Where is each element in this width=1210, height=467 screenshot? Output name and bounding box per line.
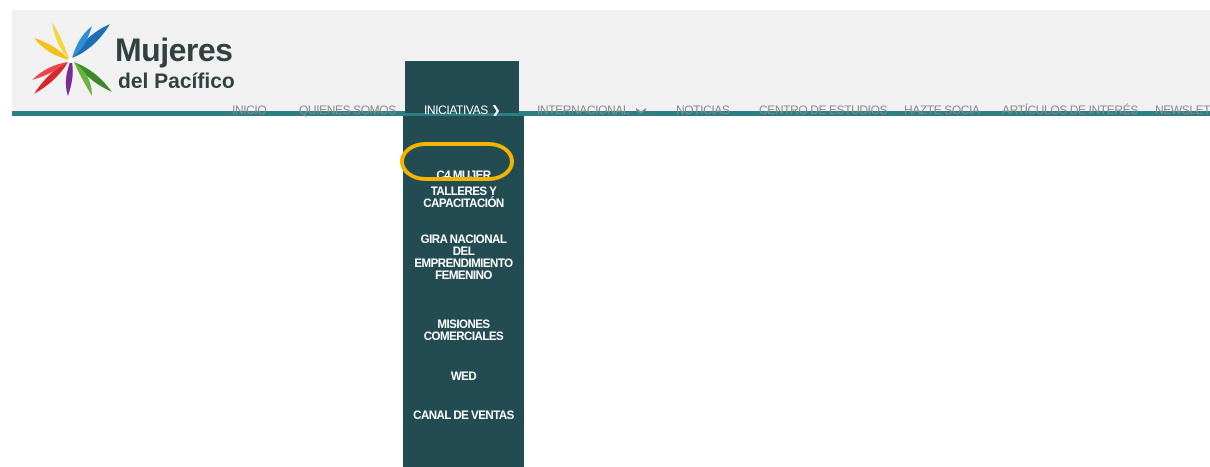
dropdown-item-label: WED bbox=[450, 371, 477, 383]
dropdown-item-misiones-comerciales[interactable]: MISIONES COMERCIALES bbox=[403, 319, 524, 343]
nav-item-quienes-somos[interactable]: QUIENES SOMOS bbox=[299, 103, 396, 117]
nav-label: ARTÍCULOS DE INTERÉS bbox=[1002, 103, 1138, 117]
dropdown-item-canal-de-ventas[interactable]: CANAL DE VENTAS bbox=[403, 410, 524, 422]
logo-text-secondary: del Pacífico bbox=[118, 70, 235, 93]
dropdown-item-label: CAPACITACIÓN bbox=[423, 198, 504, 210]
nav-item-inicio[interactable]: INICIO bbox=[232, 103, 267, 117]
dropdown-item-label: TALLERES Y bbox=[430, 186, 497, 198]
page: Mujeres del Pacífico INICIO QUIENES SOMO… bbox=[0, 0, 1210, 467]
nav-label: HAZTE SOCIA bbox=[904, 103, 980, 117]
nav-label: INICIATIVAS bbox=[424, 103, 488, 117]
nav-item-internacional[interactable]: INTERNACIONAL ❯ bbox=[537, 103, 647, 117]
nav-item-newsletter[interactable]: NEWSLETTI bbox=[1155, 103, 1210, 117]
dropdown-item-wed[interactable]: WED bbox=[403, 371, 524, 383]
dropdown-item-label: DEL bbox=[452, 246, 475, 258]
dropdown-item-label: EMPRENDIMIENTO bbox=[414, 258, 513, 270]
nav-label: CENTRO DE ESTUDIOS bbox=[759, 103, 888, 117]
dropdown-item-label: FEMENINO bbox=[435, 270, 492, 282]
dropdown-item-label: GIRA NACIONAL bbox=[420, 234, 507, 246]
logo-text-primary: Mujeres bbox=[115, 32, 233, 68]
dropdown-item-label: CANAL DE VENTAS bbox=[413, 410, 514, 422]
dropdown-item-label: COMERCIALES bbox=[423, 331, 504, 343]
nav-label: NOTICIAS bbox=[676, 103, 730, 117]
site-logo[interactable]: Mujeres del Pacífico bbox=[30, 20, 235, 98]
dropdown-item-talleres-y-capacitacion[interactable]: TALLERES Y CAPACITACIÓN bbox=[403, 186, 524, 210]
nav-label: INTERNACIONAL bbox=[537, 103, 629, 117]
chevron-down-icon: ❯ bbox=[490, 103, 501, 117]
nav-item-articulos-de-interes[interactable]: ARTÍCULOS DE INTERÉS bbox=[1002, 103, 1138, 117]
nav-item-centro-de-estudios[interactable]: CENTRO DE ESTUDIOS bbox=[759, 103, 888, 117]
flower-pinwheel-icon bbox=[32, 22, 112, 96]
nav-label: INICIO bbox=[232, 103, 267, 117]
nav-item-noticias[interactable]: NOTICIAS bbox=[676, 103, 730, 117]
dropdown-item-gira-nacional[interactable]: GIRA NACIONAL DEL EMPRENDIMIENTO FEMENIN… bbox=[403, 234, 524, 282]
highlight-ring bbox=[400, 142, 514, 181]
nav-label: QUIENES SOMOS bbox=[299, 103, 396, 117]
chevron-down-icon: ❯ bbox=[635, 106, 647, 115]
nav-item-iniciativas[interactable]: INICIATIVAS ❯ bbox=[424, 103, 501, 117]
nav-item-hazte-socia[interactable]: HAZTE SOCIA bbox=[904, 103, 980, 117]
dropdown-item-label: MISIONES bbox=[437, 319, 490, 331]
nav-label: NEWSLETTI bbox=[1155, 103, 1210, 117]
